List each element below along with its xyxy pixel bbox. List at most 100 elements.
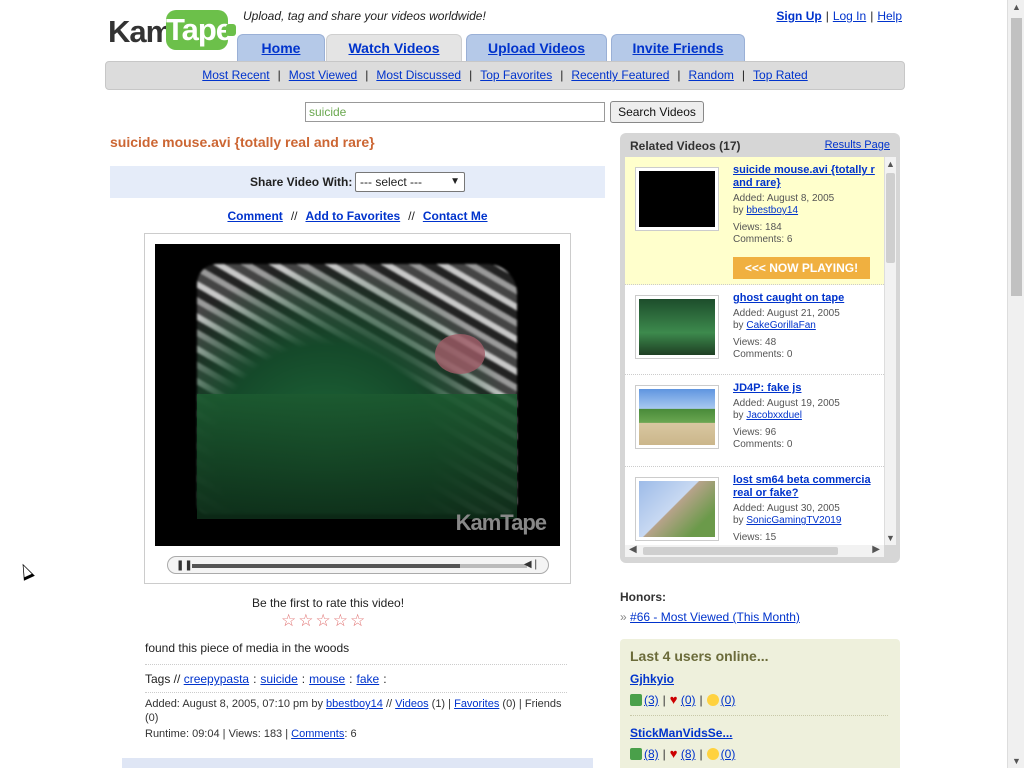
tag-link[interactable]: mouse [309,672,345,686]
scroll-down-icon[interactable]: ▼ [1012,756,1021,766]
subnav-most-viewed[interactable]: Most Viewed [289,68,357,82]
tag-link[interactable]: suicide [260,672,297,686]
subnav-most-recent[interactable]: Most Recent [202,68,269,82]
progress-fill [192,564,460,568]
user-favorites-count[interactable]: (8) [681,747,696,761]
user-videos-count[interactable]: (8) [644,747,659,761]
video-thumbnail[interactable] [635,477,719,541]
user-videos-count[interactable]: (3) [644,693,659,707]
related-item[interactable]: JD4P: fake js Added: August 19, 2005 by … [625,375,884,467]
related-author-link[interactable]: Jacobxxduel [746,410,802,421]
video-thumbnail[interactable] [635,167,719,231]
divider [145,692,567,693]
volume-icon[interactable]: ◀❘ [524,559,540,570]
share-select-value: --- select --- [360,175,422,189]
add-to-favorites-link[interactable]: Add to Favorites [305,209,400,223]
honor-link[interactable]: #66 - Most Viewed (This Month) [630,610,800,624]
search-videos-button[interactable]: Search Videos [610,101,704,123]
subnav-most-discussed[interactable]: Most Discussed [376,68,461,82]
top-links: Sign Up | Log In | Help [776,9,902,23]
comment-link[interactable]: Comment [227,209,282,223]
video-thumbnail[interactable] [635,385,719,449]
related-author-link[interactable]: SonicGamingTV2019 [746,515,841,526]
video-player: KamTape ❚❚ ◀❘ [144,233,571,584]
related-added: Added: August 21, 2005 [733,308,840,319]
watermark: KamTape [455,510,547,535]
rating-stars[interactable]: ☆☆☆☆☆ [281,611,367,631]
tag-link[interactable]: creepypasta [184,672,249,686]
related-vertical-scrollbar[interactable]: ▲ ▼ [884,157,896,545]
page-scrollbar[interactable]: ▲ ▼ [1007,0,1024,768]
tab-invite-friends-label[interactable]: Invite Friends [632,40,723,56]
sign-up-link[interactable]: Sign Up [776,9,821,23]
scroll-down-icon[interactable]: ▼ [886,533,895,543]
search-input[interactable] [305,102,605,122]
progress-track[interactable] [192,564,527,568]
related-title-link[interactable]: JD4P: fake js [733,382,883,395]
user-friends-count[interactable]: (0) [721,693,736,707]
separator: | [741,68,746,82]
scroll-left-icon[interactable]: ◀ [629,544,637,555]
scroll-up-icon[interactable]: ▲ [886,159,895,169]
chevron-down-icon: ▼ [450,176,460,187]
subnav-top-favorites[interactable]: Top Favorites [480,68,552,82]
online-user: Gjhkyio (3) | ♥ (0) | (0) [630,672,892,707]
tab-invite-friends[interactable]: Invite Friends [611,34,745,62]
related-by: by bbestboy14 [733,205,799,216]
tab-watch-videos-label[interactable]: Watch Videos [348,40,439,56]
log-in-link[interactable]: Log In [833,9,866,23]
video-actions: Comment // Add to Favorites // Contact Me [110,209,605,223]
pause-icon[interactable]: ❚❚ [176,560,193,571]
author-videos-link[interactable]: Videos [395,698,428,710]
tab-upload-videos-label[interactable]: Upload Videos [488,40,585,56]
video-thumbnail[interactable] [635,295,719,359]
subnav-random[interactable]: Random [689,68,734,82]
related-title-link[interactable]: suicide mouse.avi {totally r and rare} [733,164,883,190]
related-comments: Comments: 6 [733,234,793,245]
runtime-text: Runtime: 09:04 | Views: 183 | [145,728,289,740]
results-page-link[interactable]: Results Page [825,139,890,151]
related-views: Views: 15 [733,532,777,543]
related-videos-panel: Related Videos (17) Results Page suicide… [620,133,900,563]
logo-text-kam: Kam [108,14,173,49]
related-horizontal-scrollbar[interactable]: ◀ ▶ [625,544,884,557]
separator: // [290,209,298,223]
help-link[interactable]: Help [877,9,902,23]
scrollbar-thumb[interactable] [886,173,895,263]
comments-link[interactable]: Comments [291,728,344,740]
contact-me-link[interactable]: Contact Me [423,209,488,223]
online-user-name[interactable]: StickManVidsSe... [630,726,892,740]
related-item[interactable]: ghost caught on tape Added: August 21, 2… [625,285,884,375]
tab-home-label[interactable]: Home [262,40,301,56]
scroll-up-icon[interactable]: ▲ [1012,2,1021,12]
scrollbar-thumb[interactable] [643,547,838,555]
subnav-recently-featured[interactable]: Recently Featured [571,68,669,82]
related-item-now-playing[interactable]: suicide mouse.avi {totally r and rare} A… [625,157,884,285]
user-friends-count[interactable]: (0) [721,747,736,761]
related-comments: Comments: 0 [733,439,793,450]
related-title-link[interactable]: ghost caught on tape [733,292,883,305]
mouse-cursor-icon [17,561,35,581]
tab-watch-videos[interactable]: Watch Videos [326,34,462,62]
related-by: by SonicGamingTV2019 [733,515,842,526]
related-info: lost sm64 beta commercia real or fake? A… [733,474,883,544]
kamtape-logo[interactable]: Kam Tape [108,10,236,54]
scroll-right-icon[interactable]: ▶ [872,544,880,555]
share-select[interactable]: --- select --- ▼ [355,172,465,192]
author-link[interactable]: bbestboy14 [326,698,383,710]
online-user-name[interactable]: Gjhkyio [630,672,892,686]
tab-upload-videos[interactable]: Upload Videos [466,34,607,62]
author-favorites-link[interactable]: Favorites [454,698,499,710]
tab-home[interactable]: Home [237,34,325,62]
share-bar: Share Video With: --- select --- ▼ [110,166,605,198]
related-author-link[interactable]: CakeGorillaFan [746,320,815,331]
video-screen[interactable]: KamTape [155,244,560,546]
subnav-top-rated[interactable]: Top Rated [753,68,808,82]
related-author-link[interactable]: bbestboy14 [746,205,798,216]
tag-link[interactable]: fake [357,672,380,686]
separator: | [365,68,369,82]
related-item[interactable]: lost sm64 beta commercia real or fake? A… [625,467,884,545]
scrollbar-thumb[interactable] [1011,18,1022,296]
related-title-link[interactable]: lost sm64 beta commercia real or fake? [733,474,883,500]
user-favorites-count[interactable]: (0) [681,693,696,707]
